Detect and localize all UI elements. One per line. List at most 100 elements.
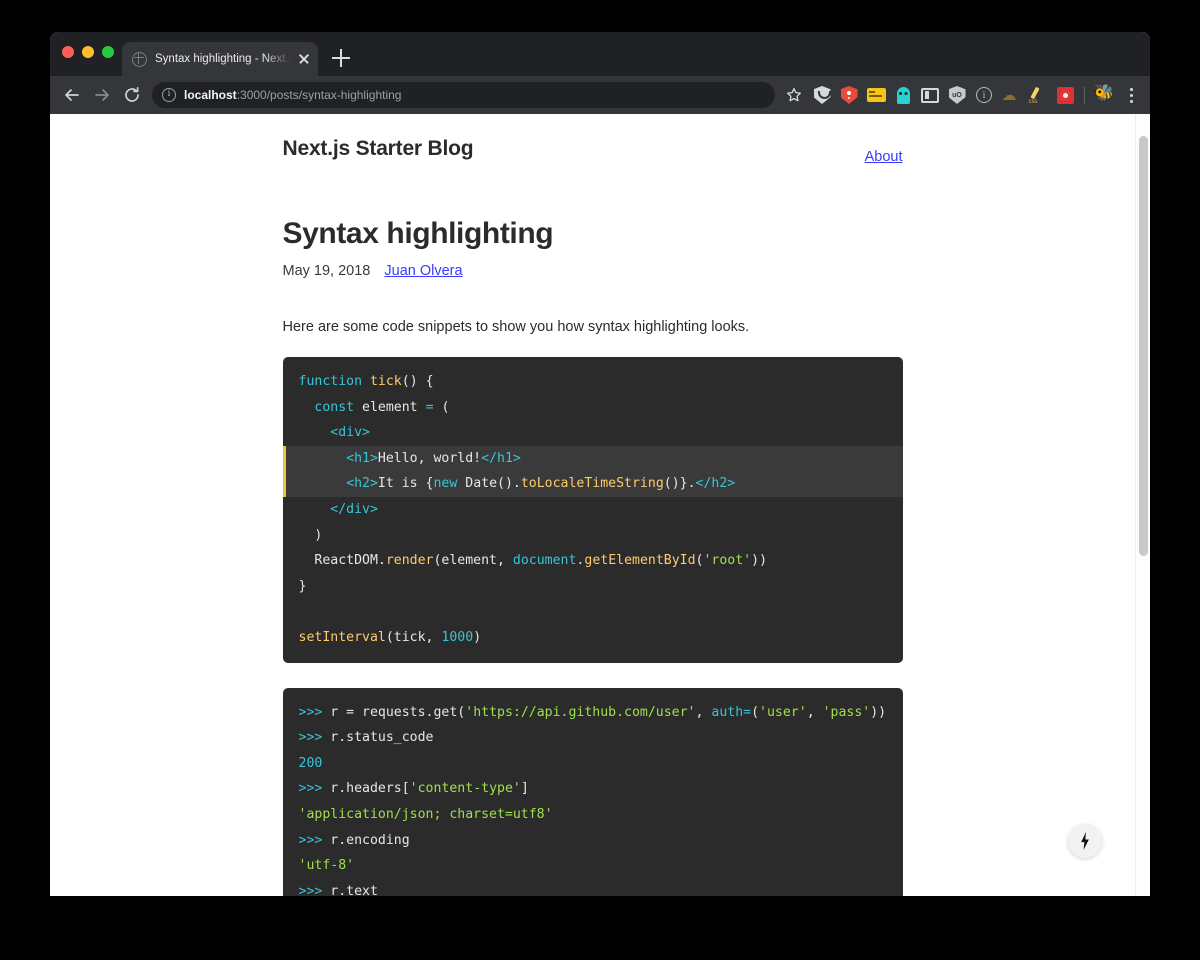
nextjs-dev-indicator-button[interactable] (1068, 824, 1102, 858)
adblock-shield-icon[interactable] (836, 82, 862, 108)
code-token: 200 (299, 756, 323, 771)
code-token (299, 425, 331, 440)
post-author-link[interactable]: Juan Olvera (384, 263, 462, 279)
code-token: <div> (330, 425, 370, 440)
back-arrow-icon[interactable] (58, 81, 86, 109)
code-line: <div> (283, 420, 903, 446)
code-token: toLocaleTimeString (521, 476, 664, 491)
code-token: </h2> (696, 476, 736, 491)
code-token: r.text (322, 884, 378, 896)
code-token: new (433, 476, 457, 491)
code-token: function (299, 374, 363, 389)
content-container: Next.js Starter Blog About Syntax highli… (283, 114, 903, 896)
code-token: element (354, 400, 425, 415)
info-circle-icon[interactable] (162, 88, 176, 102)
code-token: () { (402, 374, 434, 389)
close-icon[interactable] (296, 51, 312, 67)
code-line: >>> r.encoding (283, 828, 903, 854)
star-icon[interactable] (781, 82, 807, 108)
code-line: 200 (283, 751, 903, 777)
css-pencil-icon[interactable] (1025, 82, 1051, 108)
code-token: 1000 (441, 630, 473, 645)
kebab-menu-icon[interactable] (1120, 82, 1142, 108)
page-viewport: Next.js Starter Blog About Syntax highli… (50, 114, 1150, 896)
nav-link-about[interactable]: About (865, 149, 903, 165)
code-token: ) (299, 528, 323, 543)
code-token: ( (751, 705, 759, 720)
post-intro-paragraph: Here are some code snippets to show you … (283, 319, 903, 335)
code-token (299, 451, 347, 466)
code-token: (tick, (386, 630, 442, 645)
extension-icons: uO i ☁ 🐝 (809, 82, 1117, 108)
code-token: >>> (299, 705, 323, 720)
code-token: r.status_code (322, 730, 433, 745)
code-token: r.headers[ (322, 781, 409, 796)
code-content-jsx[interactable]: function tick() { const element = ( <div… (283, 357, 903, 663)
cloud-icon[interactable]: ☁ (998, 82, 1024, 108)
code-token: ReactDOM. (299, 553, 386, 568)
tab-title: Syntax highlighting - Next.js Starter Bl… (155, 53, 294, 65)
code-token: Hello, world! (378, 451, 481, 466)
address-bar[interactable]: localhost:3000/posts/syntax-highlighting (152, 82, 775, 108)
toolbar-divider (1084, 87, 1085, 104)
code-block-jsx: function tick() { const element = ( <div… (283, 357, 903, 663)
code-line: 'utf-8' (283, 853, 903, 879)
code-line (283, 599, 903, 625)
code-token: } (299, 579, 307, 594)
ublock-origin-icon[interactable]: uO (944, 82, 970, 108)
url-text: localhost:3000/posts/syntax-highlighting (184, 88, 401, 102)
code-token: , (807, 705, 823, 720)
code-token: getElementById (584, 553, 695, 568)
code-token: >>> (299, 884, 323, 896)
code-line: <h1>Hello, world!</h1> (283, 446, 903, 472)
globe-icon (132, 52, 147, 67)
code-token: tick (370, 374, 402, 389)
code-token: </h1> (481, 451, 521, 466)
pocket-icon[interactable] (809, 82, 835, 108)
code-token: >>> (299, 833, 323, 848)
code-line: >>> r.text (283, 879, 903, 896)
page-title: Syntax highlighting (283, 217, 903, 251)
code-line: </div> (283, 497, 903, 523)
code-token: </div> (330, 502, 378, 517)
code-content-python[interactable]: >>> r = requests.get('https://api.github… (283, 688, 903, 896)
window-capture-icon[interactable] (917, 82, 943, 108)
new-tab-button[interactable] (330, 47, 352, 69)
page-vertical-scrollbar[interactable] (1135, 114, 1150, 896)
code-token: <h1> (346, 451, 378, 466)
code-token: )) (751, 553, 767, 568)
browser-window: Syntax highlighting - Next.js Starter Bl… (50, 32, 1150, 896)
window-traffic-lights (62, 46, 114, 58)
code-token: 'user' (759, 705, 807, 720)
url-host: localhost (184, 88, 237, 102)
code-line: >>> r.headers['content-type'] (283, 776, 903, 802)
code-token: >>> (299, 730, 323, 745)
code-token: 'https://api.github.com/user' (465, 705, 695, 720)
wallet-card-icon[interactable] (863, 82, 889, 108)
close-window-button[interactable] (62, 46, 74, 58)
code-token: Date(). (457, 476, 521, 491)
reload-icon[interactable] (118, 81, 146, 109)
code-token (299, 476, 347, 491)
page-content: Next.js Starter Blog About Syntax highli… (50, 114, 1135, 896)
page-vertical-scrollbar-thumb[interactable] (1139, 136, 1148, 556)
code-token: document (513, 553, 577, 568)
forward-arrow-icon[interactable] (88, 81, 116, 109)
honey-bee-icon[interactable]: 🐝 (1091, 82, 1117, 108)
code-line: <h2>It is {new Date().toLocaleTimeString… (283, 471, 903, 497)
red-badge-icon[interactable] (1052, 82, 1078, 108)
code-token: 'application/json; charset=utf8' (299, 807, 553, 822)
code-line: const element = ( (283, 395, 903, 421)
code-line: >>> r = requests.get('https://api.github… (283, 700, 903, 726)
info-circle-icon-extension[interactable]: i (971, 82, 997, 108)
code-line: >>> r.status_code (283, 725, 903, 751)
browser-tab-strip: Syntax highlighting - Next.js Starter Bl… (50, 32, 1150, 76)
minimize-window-button[interactable] (82, 46, 94, 58)
code-line: } (283, 574, 903, 600)
code-token: 'root' (703, 553, 751, 568)
code-token (299, 400, 315, 415)
post-date: May 19, 2018 (283, 263, 371, 279)
browser-tab-active[interactable]: Syntax highlighting - Next.js Starter Bl… (122, 42, 318, 76)
ghostery-icon[interactable] (890, 82, 916, 108)
maximize-window-button[interactable] (102, 46, 114, 58)
